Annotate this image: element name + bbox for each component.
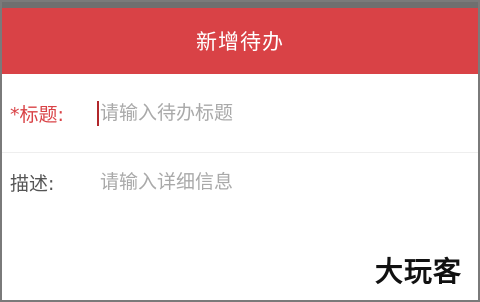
title-row: *标题: — [2, 74, 478, 153]
description-label: 描述: — [10, 172, 55, 195]
app-frame: 新增待办 *标题: 描述: 大玩客 — [0, 0, 480, 302]
page-title: 新增待办 — [196, 30, 284, 54]
description-input[interactable] — [96, 171, 478, 193]
app-header: 新增待办 — [2, 8, 478, 74]
todo-form: *标题: 描述: — [2, 74, 478, 211]
description-field-wrapper[interactable] — [96, 167, 478, 197]
title-field-wrapper[interactable] — [96, 98, 478, 128]
title-input[interactable] — [96, 102, 478, 124]
text-caret — [97, 101, 99, 126]
title-label: *标题: — [10, 103, 64, 126]
watermark-logo: 大玩客 — [374, 255, 462, 288]
description-row: 描述: — [2, 153, 478, 211]
